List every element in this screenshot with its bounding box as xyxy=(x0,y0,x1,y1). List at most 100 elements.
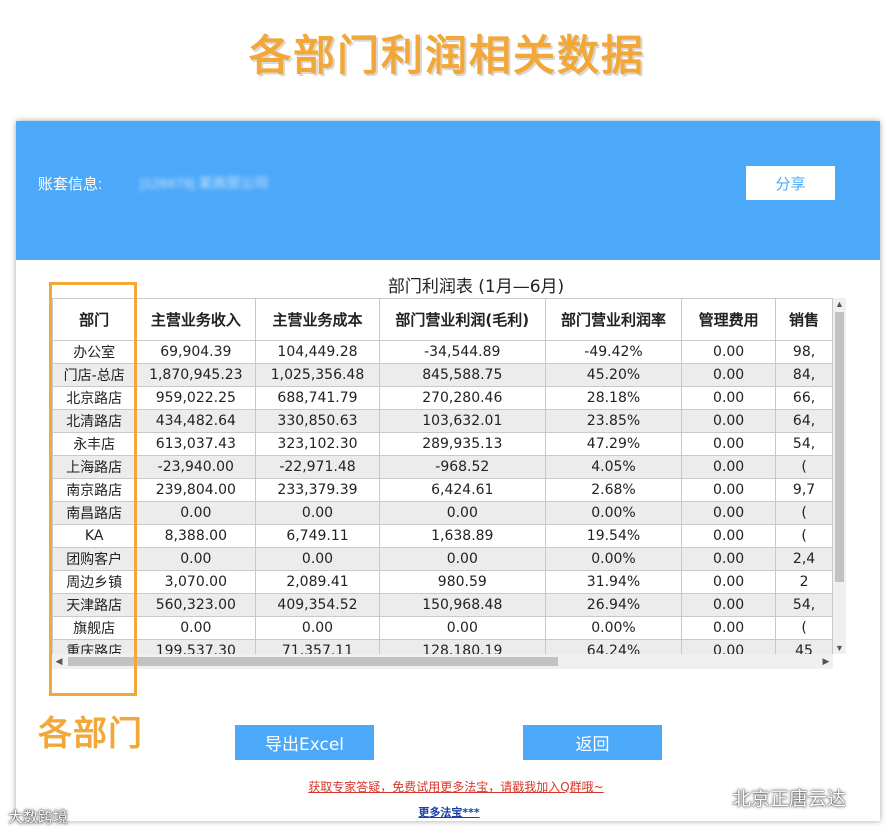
brand-watermark-text: 北京正唐云达 xyxy=(732,788,847,810)
table-cell: 1,870,945.23 xyxy=(135,363,257,387)
table-cell: 980.59 xyxy=(378,570,546,594)
table-row[interactable]: 天津路店 560,323.00 409,354.52 150,968.48 26.94%… xyxy=(52,593,833,617)
grid-viewport: 部门 主营业务收入 主营业务成本 部门营业利润(毛利) 部门营业利润率 管理费用 销售 办公… xyxy=(52,298,833,654)
table-cell: ( xyxy=(775,501,833,525)
column-header[interactable]: 主营业务收入 xyxy=(135,298,257,341)
column-header[interactable]: 主营业务成本 xyxy=(255,298,380,341)
header-band: 账套信息: [128479] 某商贸公司 分享 xyxy=(16,121,880,260)
table-cell: 0.00 xyxy=(135,616,257,640)
table-cell: 54, xyxy=(775,432,833,456)
table-cell: 434,482.64 xyxy=(135,409,257,433)
profit-table: 部门 主营业务收入 主营业务成本 部门营业利润(毛利) 部门营业利润率 管理费用 销售 办公… xyxy=(52,298,833,654)
account-label: 账套信息: xyxy=(38,176,103,193)
table-cell: 128,180.19 xyxy=(378,639,546,654)
table-cell: -23,940.00 xyxy=(135,455,257,479)
scroll-up-icon[interactable]: ▲ xyxy=(833,298,846,310)
table-row[interactable]: 团购客户 0.00 0.00 0.00 0.00% 0.00 2,4 xyxy=(52,547,833,571)
table-cell: 4.05% xyxy=(544,455,683,479)
table-cell: 0.00 xyxy=(681,409,777,433)
table-cell: ( xyxy=(775,616,833,640)
table-row[interactable]: 重庆路店 199,537.30 71,357.11 128,180.19 64.24% 0… xyxy=(52,639,833,654)
column-header[interactable]: 管理费用 xyxy=(681,298,777,341)
scroll-right-icon[interactable]: ▶ xyxy=(819,654,833,669)
table-row[interactable]: 永丰店 613,037.43 323,102.30 289,935.13 47.29% 0… xyxy=(52,432,833,456)
column-header[interactable]: 销售 xyxy=(775,298,833,341)
table-cell: -49.42% xyxy=(544,340,683,364)
table-row[interactable]: 门店-总店 1,870,945.23 1,025,356.48 845,588.75 4… xyxy=(52,363,833,387)
table-cell: 6,749.11 xyxy=(255,524,380,548)
horizontal-scrollbar[interactable]: ◀ ▶ xyxy=(52,654,833,669)
table-row[interactable]: 上海路店 -23,940.00 -22,971.48 -968.52 4.05% 0.00… xyxy=(52,455,833,479)
table-cell: 0.00 xyxy=(681,616,777,640)
table-cell: 0.00 xyxy=(681,432,777,456)
table-cell: 23.85% xyxy=(544,409,683,433)
table-cell: 0.00 xyxy=(135,547,257,571)
column-header[interactable]: 部门营业利润(毛利) xyxy=(378,298,546,341)
table-cell: 47.29% xyxy=(544,432,683,456)
table-cell: 688,741.79 xyxy=(255,386,380,410)
table-cell: 0.00 xyxy=(681,501,777,525)
table-cell: 0.00% xyxy=(544,501,683,525)
column-header[interactable]: 部门营业利润率 xyxy=(544,298,683,341)
table-cell: -968.52 xyxy=(378,455,546,479)
table-cell: -22,971.48 xyxy=(255,455,380,479)
table-cell: 0.00 xyxy=(681,570,777,594)
vertical-scroll-thumb[interactable] xyxy=(835,312,844,582)
table-cell: 0.00% xyxy=(544,616,683,640)
table-cell: 84, xyxy=(775,363,833,387)
table-row[interactable]: 北清路店 434,482.64 330,850.63 103,632.01 23.85%… xyxy=(52,409,833,433)
scroll-down-icon[interactable]: ▼ xyxy=(833,642,846,654)
table-cell: 2 xyxy=(775,570,833,594)
table-cell: 64, xyxy=(775,409,833,433)
table-row[interactable]: 办公室 69,904.39 104,449.28 -34,544.89 -49.42% 0… xyxy=(52,340,833,364)
table-cell: 560,323.00 xyxy=(135,593,257,617)
horizontal-scroll-thumb[interactable] xyxy=(68,657,558,666)
table-cell: 26.94% xyxy=(544,593,683,617)
table-row[interactable]: 南昌路店 0.00 0.00 0.00 0.00% 0.00( xyxy=(52,501,833,525)
table-cell: 0.00 xyxy=(378,547,546,571)
vertical-scrollbar[interactable]: ▲ ▼ xyxy=(833,298,846,654)
table-row[interactable]: 南京路店 239,804.00 233,379.39 6,424.61 2.68% 0.0… xyxy=(52,478,833,502)
table-row[interactable]: 周边乡镇 3,070.00 2,089.41 980.59 31.94% 0.00 2 xyxy=(52,570,833,594)
brand-watermark: 北京正唐云达 xyxy=(700,784,846,811)
table-cell: 0.00 xyxy=(681,593,777,617)
table-cell: 323,102.30 xyxy=(255,432,380,456)
back-button[interactable]: 返回 xyxy=(523,725,662,760)
table-row[interactable]: 北京路店 959,022.25 688,741.79 270,280.46 28.18%… xyxy=(52,386,833,410)
table-cell: 98, xyxy=(775,340,833,364)
table-cell: 0.00 xyxy=(378,501,546,525)
data-grid: 部门 主营业务收入 主营业务成本 部门营业利润(毛利) 部门营业利润率 管理费用 销售 办公… xyxy=(52,298,846,672)
table-cell: 104,449.28 xyxy=(255,340,380,364)
table-cell: 2.68% xyxy=(544,478,683,502)
wechat-icon xyxy=(700,784,726,811)
table-header-row: 部门 主营业务收入 主营业务成本 部门营业利润(毛利) 部门营业利润率 管理费用 销售 xyxy=(52,298,833,341)
share-button[interactable]: 分享 xyxy=(746,166,835,200)
table-cell: 31.94% xyxy=(544,570,683,594)
table-cell: 9,7 xyxy=(775,478,833,502)
table-cell: 1,025,356.48 xyxy=(255,363,380,387)
table-cell: 959,022.25 xyxy=(135,386,257,410)
table-cell: 8,388.00 xyxy=(135,524,257,548)
table-cell: 2,4 xyxy=(775,547,833,571)
export-excel-button[interactable]: 导出Excel xyxy=(235,725,374,760)
account-value: [128479] 某商贸公司 xyxy=(140,175,269,191)
table-cell: 19.54% xyxy=(544,524,683,548)
table-cell: 0.00 xyxy=(681,455,777,479)
page-title: 各部门利润相关数据 xyxy=(248,31,645,80)
table-cell: 2,089.41 xyxy=(255,570,380,594)
table-cell: -34,544.89 xyxy=(378,340,546,364)
table-cell: 845,588.75 xyxy=(378,363,546,387)
table-cell: 239,804.00 xyxy=(135,478,257,502)
table-cell: 0.00 xyxy=(681,340,777,364)
table-cell: ( xyxy=(775,455,833,479)
table-cell: 45.20% xyxy=(544,363,683,387)
table-row[interactable]: 旗舰店 0.00 0.00 0.00 0.00% 0.00( xyxy=(52,616,833,640)
table-cell: 0.00 xyxy=(681,478,777,502)
table-caption: 部门利润表 (1月—6月) xyxy=(387,277,565,297)
table-cell: ( xyxy=(775,524,833,548)
table-cell: 0.00 xyxy=(681,639,777,654)
table-cell: 69,904.39 xyxy=(135,340,257,364)
table-row[interactable]: KA 8,388.00 6,749.11 1,638.89 19.54% 0.00( xyxy=(52,524,833,548)
table-cell: 28.18% xyxy=(544,386,683,410)
table-cell: 270,280.46 xyxy=(378,386,546,410)
